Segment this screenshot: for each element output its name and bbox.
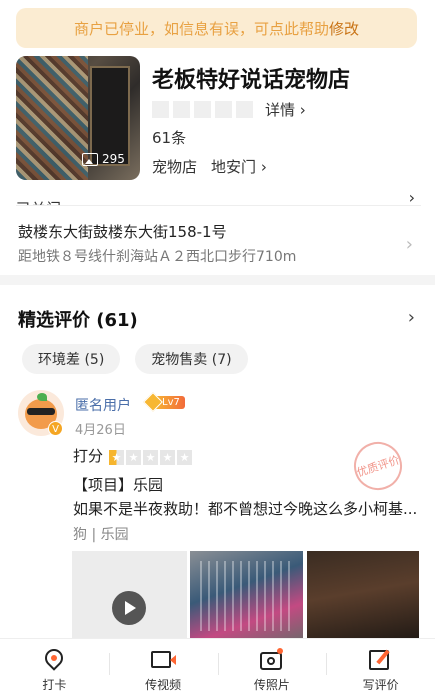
photo-count-value: 295 — [102, 152, 125, 166]
notice-edit-link[interactable]: 修改 — [329, 18, 359, 39]
user-level-badge: Lv7 — [143, 392, 185, 412]
review-count: 61条 — [152, 129, 187, 147]
review-text[interactable]: 如果不是半夜救助！都不曾想过今晚这么多小柯基... — [73, 498, 418, 519]
star-icon: ★ — [177, 449, 193, 465]
category-label[interactable]: 宠物店 — [152, 156, 197, 177]
area-label: 地安门 — [211, 158, 257, 176]
star-icon: ★ — [109, 449, 125, 465]
detail-link-label: 详情 — [265, 101, 296, 119]
review-tag[interactable]: 宠物售卖 (7) — [135, 344, 248, 374]
photo-cage-decoration — [200, 561, 295, 631]
avatar-glasses — [27, 408, 55, 415]
image-icon — [82, 152, 98, 166]
review-photo-thumbnail[interactable] — [307, 551, 419, 643]
star-placeholder — [173, 101, 190, 118]
distance-line: 距地铁８号线什刹海站Ａ２西北口步行710m — [18, 249, 297, 265]
photo-door-decoration — [90, 66, 130, 166]
detail-link[interactable]: 详情 › — [265, 99, 306, 120]
review-tag[interactable]: 环境差 (5) — [22, 344, 121, 374]
score-row: 打分 ★ ★ ★ ★ ★ — [73, 445, 194, 466]
review-tags: 环境差 (5) 宠物售卖 (7) — [22, 344, 248, 374]
notice-text: 商户已停业，如信息有误，可点此帮助 — [73, 19, 329, 38]
video-camera-icon — [151, 648, 177, 671]
star-placeholder — [215, 101, 232, 118]
upload-photo-button[interactable]: 传照片 — [217, 639, 327, 693]
closed-notice-banner[interactable]: 商户已停业，如信息有误，可点此帮助 修改 — [16, 8, 417, 48]
shop-rating-row: 详情 › — [152, 99, 306, 120]
review-pet-tags: 狗 | 乐园 — [73, 527, 129, 543]
chevron-right-icon[interactable]: › — [408, 307, 415, 328]
business-status-row[interactable]: 已关门 › — [16, 188, 421, 206]
star-placeholder — [152, 101, 169, 118]
star-icon: ★ — [160, 449, 176, 465]
photo-wall-decoration — [16, 56, 88, 180]
chevron-right-icon: › — [408, 188, 415, 206]
star-icon: ★ — [143, 449, 159, 465]
review-date: 4月26日 — [75, 423, 126, 438]
write-review-button[interactable]: 写评价 — [326, 639, 435, 693]
review-video-thumbnail[interactable] — [72, 551, 187, 643]
chevron-right-icon: › — [260, 158, 267, 176]
shop-photo[interactable]: 295 — [16, 56, 140, 180]
review-photo-thumbnail[interactable] — [190, 551, 303, 643]
checkin-label: 打卡 — [42, 678, 67, 692]
business-status-text: 已关门 — [16, 198, 61, 205]
star-placeholder — [194, 101, 211, 118]
shop-name: 老板特好说话宠物店 — [152, 68, 351, 93]
quality-review-stamp: 优质评价 — [347, 435, 409, 497]
category-row: 宠物店 地安门 › — [152, 156, 267, 177]
camera-icon — [259, 648, 284, 671]
upload-photo-label: 传照片 — [253, 678, 290, 692]
score-label: 打分 — [73, 447, 104, 465]
checkin-button[interactable]: 打卡 — [0, 639, 109, 693]
star-icon: ★ — [126, 449, 142, 465]
location-pin-icon — [41, 645, 68, 671]
play-icon[interactable] — [112, 591, 146, 625]
photo-count: 295 — [82, 152, 125, 166]
reviewer-name[interactable]: 匿名用户 — [75, 395, 131, 415]
score-stars: ★ ★ ★ ★ ★ — [109, 447, 194, 465]
chevron-right-icon: › — [299, 101, 306, 119]
star-placeholder — [236, 101, 253, 118]
area-link[interactable]: 地安门 › — [211, 156, 267, 177]
reviews-section-title[interactable]: 精选评价 (61) — [18, 306, 138, 332]
upload-video-button[interactable]: 传视频 — [108, 639, 218, 693]
upload-video-label: 传视频 — [145, 678, 182, 692]
chevron-right-icon[interactable]: › — [406, 234, 413, 255]
write-review-label: 写评价 — [362, 678, 399, 692]
avatar-leaf — [37, 393, 47, 401]
edit-note-icon — [368, 648, 393, 671]
verified-badge: V — [48, 421, 63, 436]
review-project: 【项目】乐园 — [73, 476, 164, 494]
address-line[interactable]: 鼓楼东大街鼓楼东大街158-1号 — [18, 221, 227, 242]
section-divider — [0, 275, 435, 285]
bottom-action-bar: 打卡 传视频 传照片 写评价 — [0, 638, 435, 693]
